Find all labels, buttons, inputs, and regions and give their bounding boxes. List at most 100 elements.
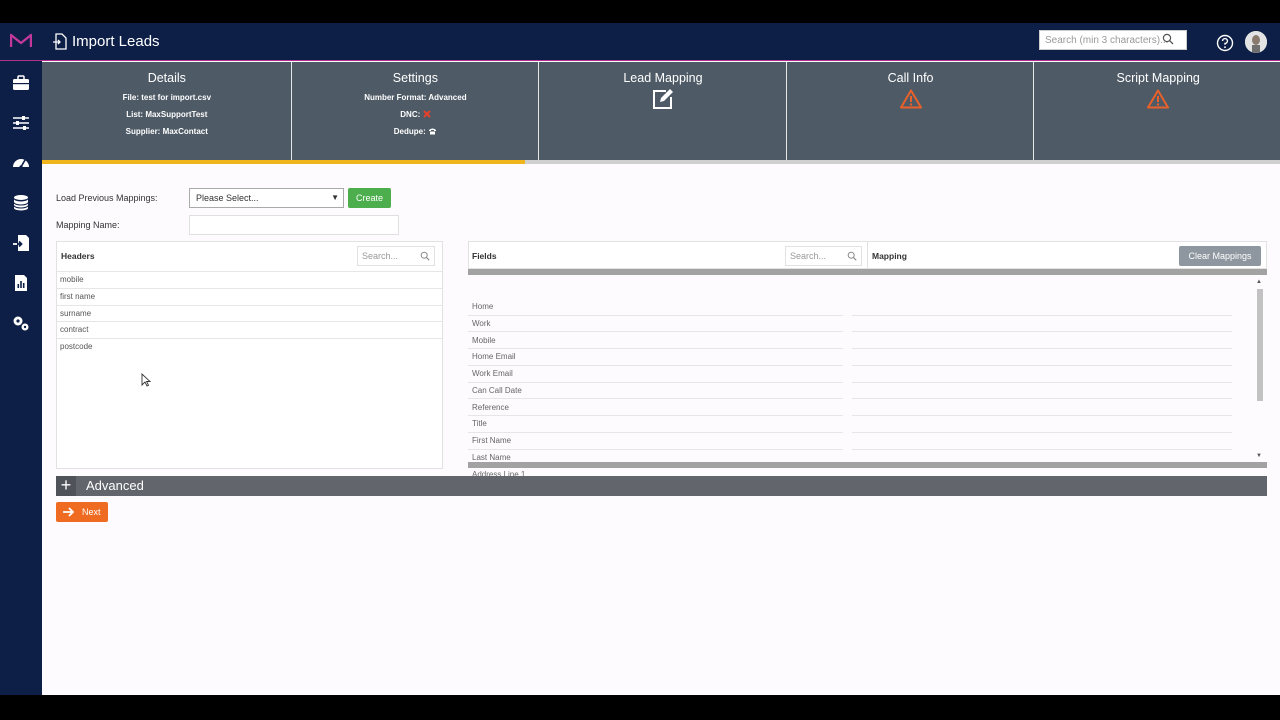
chevron-down-icon: ▼ xyxy=(331,193,339,202)
mapping-drop-cell[interactable] xyxy=(852,433,1232,450)
step-title: Script Mapping xyxy=(1116,71,1200,85)
report-icon[interactable] xyxy=(12,274,30,292)
headers-title: Headers xyxy=(61,251,95,261)
scrollbar-thumb[interactable] xyxy=(1257,289,1263,401)
cross-icon xyxy=(422,110,431,118)
header-row[interactable]: contract xyxy=(57,321,442,338)
step-settings[interactable]: Settings Number Format: Advanced DNC: De… xyxy=(292,62,540,160)
step-title: Settings xyxy=(392,71,438,85)
settings-icon[interactable] xyxy=(12,314,30,332)
search-placeholder: Search... xyxy=(362,251,399,261)
help-icon[interactable] xyxy=(1216,34,1234,52)
previous-mappings-select[interactable]: Please Select... ▼ xyxy=(189,188,344,208)
arrow-right-icon xyxy=(63,507,75,517)
search-icon xyxy=(420,251,430,261)
search-placeholder: Search... xyxy=(790,251,827,261)
import-file-icon xyxy=(53,33,67,50)
fields-scrollbar[interactable]: ▲ ▼ xyxy=(1255,279,1265,459)
mapping-drop-cell[interactable] xyxy=(852,316,1232,333)
database-icon[interactable] xyxy=(12,194,30,212)
mapping-drop-cell[interactable] xyxy=(852,416,1232,433)
step-detail-list: List: MaxSupportTest xyxy=(126,110,208,119)
load-mappings-label: Load Previous Mappings: xyxy=(56,193,158,203)
field-row: Reference xyxy=(468,400,843,417)
step-lead-mapping[interactable]: Lead Mapping xyxy=(539,62,787,160)
step-title: Lead Mapping xyxy=(623,71,703,85)
dashboard-icon[interactable] xyxy=(12,154,30,172)
header-row[interactable]: postcode xyxy=(57,338,442,355)
fields-header: Fields Search... Mapping Clear Mappings xyxy=(468,241,1267,269)
step-call-info[interactable]: Call Info xyxy=(787,62,1035,160)
fields-title: Fields xyxy=(472,251,497,261)
user-avatar[interactable] xyxy=(1245,31,1267,53)
plus-icon[interactable]: + xyxy=(56,476,76,496)
headers-search-input[interactable]: Search... xyxy=(357,246,435,266)
step-title: Call Info xyxy=(887,71,934,85)
field-row: Home xyxy=(468,299,843,316)
logo-icon[interactable] xyxy=(10,33,32,49)
avatar-icon xyxy=(1245,31,1267,53)
field-row: Home Email xyxy=(468,349,843,366)
step-script-mapping[interactable]: Script Mapping xyxy=(1034,62,1280,160)
top-header: Import Leads Search (min 3 characters)..… xyxy=(0,23,1280,61)
search-icon[interactable] xyxy=(1162,33,1174,45)
select-value: Please Select... xyxy=(196,193,259,203)
step-detail-file: File: test for import.csv xyxy=(122,93,212,102)
field-row: Work Email xyxy=(468,366,843,383)
wizard-steps: Details File: test for import.csv List: … xyxy=(42,62,1280,160)
fields-search-input[interactable]: Search... xyxy=(785,246,862,266)
dedupe-label: Dedupe: xyxy=(393,127,426,136)
search-icon xyxy=(847,251,857,261)
mapping-drop-cell[interactable] xyxy=(852,349,1232,366)
mapping-drop-cell[interactable] xyxy=(852,333,1232,350)
step-title: Details xyxy=(147,71,186,85)
mapping-drop-cell[interactable] xyxy=(852,400,1232,417)
field-row: First Name xyxy=(468,433,843,450)
warning-icon xyxy=(899,89,922,109)
field-row: Work xyxy=(468,316,843,333)
next-button[interactable]: Next xyxy=(56,502,108,522)
sidebar xyxy=(0,61,42,695)
field-row: Can Call Date xyxy=(468,383,843,400)
mapping-name-label: Mapping Name: xyxy=(56,220,120,230)
create-button[interactable]: Create xyxy=(348,188,391,208)
scroll-down-icon[interactable]: ▼ xyxy=(1256,453,1262,459)
fields-panel: Fields Search... Mapping Clear Mappings … xyxy=(468,241,1267,484)
page-title: Import Leads xyxy=(72,33,160,50)
header-row[interactable]: first name xyxy=(57,287,442,305)
step-details[interactable]: Details File: test for import.csv List: … xyxy=(43,62,291,160)
header-row[interactable]: mobile xyxy=(57,271,442,288)
step-detail-supplier: Supplier: MaxContact xyxy=(125,127,208,136)
next-label: Next xyxy=(82,507,101,517)
step-setting-dedupe: Dedupe: xyxy=(292,127,540,137)
step-setting-dnc: DNC: xyxy=(292,110,540,120)
warning-icon xyxy=(1147,89,1170,109)
edit-icon xyxy=(652,89,673,109)
mapping-drop-cell[interactable] xyxy=(852,366,1232,383)
dnc-label: DNC: xyxy=(400,110,421,119)
mapping-drop-cell[interactable] xyxy=(852,383,1232,400)
field-row: Mobile xyxy=(468,333,843,350)
mapping-name-input[interactable] xyxy=(189,215,399,235)
scroll-up-icon[interactable]: ▲ xyxy=(1256,279,1262,285)
clear-mappings-button[interactable]: Clear Mappings xyxy=(1179,246,1261,266)
briefcase-icon[interactable] xyxy=(12,74,30,92)
column-divider xyxy=(867,242,868,269)
mapping-title: Mapping xyxy=(872,251,907,261)
advanced-section-toggle[interactable]: + Advanced xyxy=(56,476,1267,496)
import-icon[interactable] xyxy=(12,234,30,252)
fields-bottom-bar xyxy=(468,462,1267,468)
wizard-progress-bar xyxy=(42,160,1280,164)
field-row: Title xyxy=(468,416,843,433)
phone-icon xyxy=(429,128,436,135)
header-row[interactable]: surname xyxy=(57,304,442,322)
advanced-label: Advanced xyxy=(86,478,144,493)
wizard-progress-fill xyxy=(42,160,525,164)
mouse-cursor-icon xyxy=(141,373,151,387)
fields-top-bar xyxy=(468,269,1267,275)
app-window: Import Leads Search (min 3 characters)..… xyxy=(0,23,1280,695)
headers-panel: Headers Search... mobile first name surnam… xyxy=(56,241,443,469)
step-setting-number-format: Number Format: Advanced xyxy=(364,93,467,102)
sliders-icon[interactable] xyxy=(12,114,30,132)
mapping-drop-cell[interactable] xyxy=(852,299,1232,316)
